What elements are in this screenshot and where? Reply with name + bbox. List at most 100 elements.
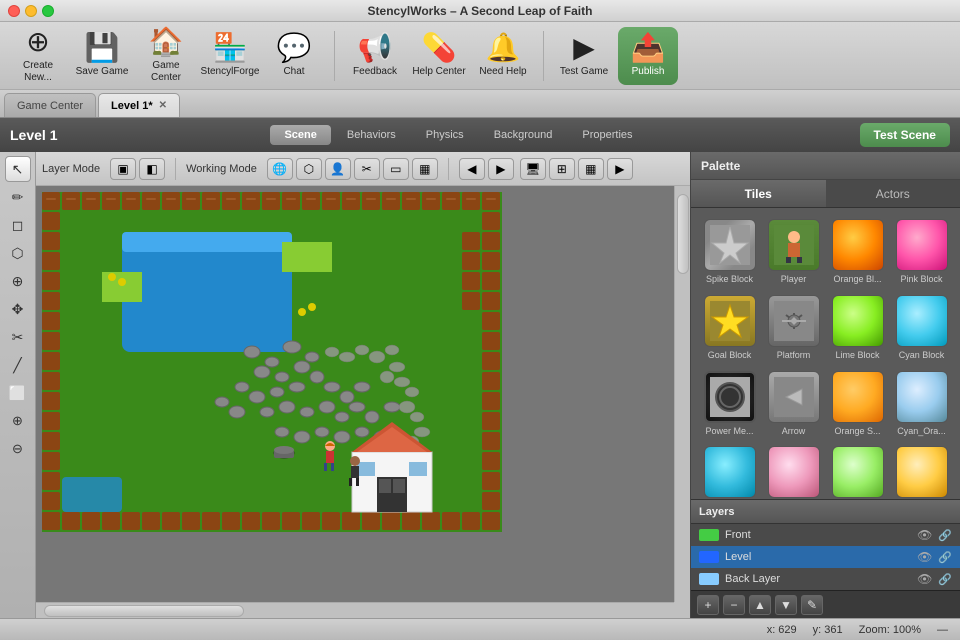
working-mode-btn-6[interactable]: ▦ [412, 158, 438, 180]
layer-up-btn[interactable]: ▲ [749, 595, 771, 615]
layer-mode-btn-2[interactable]: ◧ [139, 158, 165, 180]
prev-scene-btn[interactable]: ◀ [459, 158, 485, 180]
need-help-button[interactable]: 🔔 Need Help [473, 27, 533, 85]
layer-front[interactable]: Front 👁 🔗 [691, 524, 960, 546]
orange-s-label: Orange S... [834, 426, 880, 437]
next-scene-btn[interactable]: ▶ [488, 158, 514, 180]
help-center-button[interactable]: 💊 Help Center [409, 27, 469, 85]
layer-front-eye[interactable]: 👁 [917, 528, 932, 542]
layer-back-lock[interactable]: 🔗 [938, 573, 952, 586]
palette-title: Palette [701, 159, 740, 173]
feedback-button[interactable]: 📢 Feedback [345, 27, 405, 85]
layer-back[interactable]: Back Layer 👁 🔗 [691, 568, 960, 590]
maximize-button[interactable] [42, 5, 54, 17]
tab-close-icon[interactable]: ✕ [159, 100, 167, 111]
publish-button[interactable]: 📤 Publish [618, 27, 678, 85]
palette-item-goal-block[interactable]: Goal Block [700, 292, 760, 364]
palette-item-orange-li[interactable]: Orange_Li... [892, 443, 952, 499]
power-me-tile [704, 371, 756, 423]
minimize-button[interactable] [25, 5, 37, 17]
layer-front-lock[interactable]: 🔗 [938, 529, 952, 542]
working-mode-btn-4[interactable]: ✂ [354, 158, 380, 180]
stencylforge-button[interactable]: 🏪 StencylForge [200, 27, 260, 85]
test-game-button[interactable]: ▶ Test Game [554, 27, 614, 85]
vertical-scroll-thumb[interactable] [677, 194, 689, 274]
layers-footer: + − ▲ ▼ ✎ [691, 590, 960, 618]
palette-tab-tiles[interactable]: Tiles [691, 180, 826, 207]
pencil-tool[interactable]: ✏ [5, 184, 31, 210]
palette-item-power-me[interactable]: Power Me... [700, 368, 760, 440]
nav-tab-behaviors[interactable]: Behaviors [333, 125, 410, 145]
save-game-button[interactable]: 💾 Save Game [72, 27, 132, 85]
save-icon: 💾 [85, 34, 120, 62]
horizontal-scrollbar[interactable] [36, 602, 674, 618]
layer-level-lock[interactable]: 🔗 [938, 551, 952, 564]
title-bar: StencylWorks – A Second Leap of Faith [0, 0, 960, 22]
working-mode-btn-3[interactable]: 👤 [325, 158, 351, 180]
tab-level1[interactable]: Level 1* ✕ [98, 93, 180, 117]
create-new-button[interactable]: ⊕ Create New... [8, 27, 68, 85]
palette-item-cyan-ora[interactable]: Cyan_Ora... [892, 368, 952, 440]
canvas-scroll-area[interactable] [36, 186, 690, 618]
view-buttons: 🖥 ⊞ ▦ ▶ [520, 158, 633, 180]
chat-button[interactable]: 💬 Chat [264, 27, 324, 85]
player-label: Player [781, 274, 807, 285]
nav-tab-physics[interactable]: Physics [412, 125, 478, 145]
nav-tab-scene[interactable]: Scene [270, 125, 330, 145]
palette-item-platform[interactable]: Platform [764, 292, 824, 364]
palette-item-player[interactable]: Player [764, 216, 824, 288]
layer-down-btn[interactable]: ▼ [775, 595, 797, 615]
traffic-lights[interactable] [8, 5, 54, 17]
palette-item-pink-block[interactable]: Pink Block [892, 216, 952, 288]
palette-item-arrow[interactable]: Arrow [764, 368, 824, 440]
working-mode-btn-5[interactable]: ▭ [383, 158, 409, 180]
window-btn[interactable]: ⊞ [549, 158, 575, 180]
palette-item-cyan-lim[interactable]: Cyan_Lim... [828, 443, 888, 499]
eyedropper-tool[interactable]: ⊕ [5, 268, 31, 294]
layers-header: Layers [691, 500, 960, 524]
layer-mode-btn-1[interactable]: ▣ [110, 158, 136, 180]
layer-level-color [699, 551, 719, 563]
fill-tool[interactable]: ⬡ [5, 240, 31, 266]
layer-level[interactable]: Level 👁 🔗 [691, 546, 960, 568]
palette-item-orange-bl[interactable]: Orange Bl... [828, 216, 888, 288]
zoom-out-tool[interactable]: ⊖ [5, 436, 31, 462]
palette-item-orange-s[interactable]: Orange S... [828, 368, 888, 440]
zoom-in-tool[interactable]: ⊕ [5, 408, 31, 434]
layer-edit-btn[interactable]: ✎ [801, 595, 823, 615]
play-btn[interactable]: ▶ [607, 158, 633, 180]
layer-back-color [699, 573, 719, 585]
tab-game-center[interactable]: Game Center [4, 93, 96, 117]
cut-tool[interactable]: ✂ [5, 324, 31, 350]
working-mode-btn-1[interactable]: 🌐 [267, 158, 293, 180]
status-extra: — [937, 624, 948, 636]
eraser-tool[interactable]: ◻ [5, 212, 31, 238]
vertical-scrollbar[interactable] [674, 186, 690, 602]
move-tool[interactable]: ✥ [5, 296, 31, 322]
game-center-button[interactable]: 🏠 Game Center [136, 27, 196, 85]
rect-select-tool[interactable]: ⬜ [5, 380, 31, 406]
grid-btn[interactable]: ▦ [578, 158, 604, 180]
working-mode-btn-2[interactable]: ⬡ [296, 158, 322, 180]
close-button[interactable] [8, 5, 20, 17]
add-layer-btn[interactable]: + [697, 595, 719, 615]
nav-tab-properties[interactable]: Properties [568, 125, 646, 145]
palette-tab-actors[interactable]: Actors [826, 180, 960, 207]
line-tool[interactable]: ╱ [5, 352, 31, 378]
layer-back-eye[interactable]: 👁 [917, 572, 932, 586]
palette-item-cyan-block[interactable]: Cyan Block [892, 292, 952, 364]
palette-item-lime-block[interactable]: Lime Block [828, 292, 888, 364]
nav-tab-background[interactable]: Background [480, 125, 567, 145]
test-scene-button[interactable]: Test Scene [860, 123, 950, 147]
goal-block-label: Goal Block [708, 350, 752, 361]
tab-level1-label: Level 1* [111, 100, 153, 112]
remove-layer-btn[interactable]: − [723, 595, 745, 615]
create-new-icon: ⊕ [26, 28, 49, 56]
select-tool[interactable]: ↖ [5, 156, 31, 182]
horizontal-scroll-thumb[interactable] [44, 605, 244, 617]
layer-level-eye[interactable]: 👁 [917, 550, 932, 564]
screen-btn[interactable]: 🖥 [520, 158, 546, 180]
palette-item-spike-block[interactable]: Spike Block [700, 216, 760, 288]
palette-item-cyan-pin[interactable]: Cyan_Pin... [764, 443, 824, 499]
palette-item-cyan-switch[interactable]: Cyan Switch [700, 443, 760, 499]
